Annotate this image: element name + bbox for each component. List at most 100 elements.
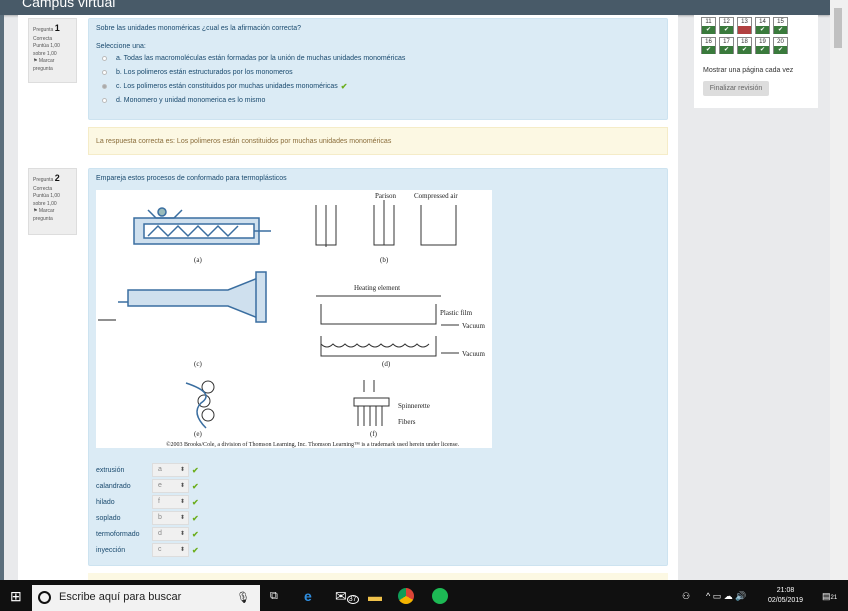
taskbar-search[interactable]: Escribe aquí para buscar 🎙 [32, 585, 260, 611]
match-select[interactable]: f [152, 495, 189, 509]
check-icon: ✔ [192, 529, 199, 539]
next-feedback-partial [88, 573, 668, 580]
nav-question-18[interactable]: 18 ✔ [737, 37, 752, 54]
nav-number: 19 [759, 39, 766, 45]
option-label: c. Los polimeros están constituidos por … [116, 82, 338, 90]
mail-badge: 37 [346, 595, 359, 604]
label-spinnerette: Spinnerette [398, 402, 430, 410]
nav-question-19[interactable]: 19 ✔ [755, 37, 770, 54]
nav-question-12[interactable]: 12 ✔ [719, 17, 734, 34]
chrome-icon[interactable] [398, 588, 414, 604]
label-fibers: Fibers [398, 418, 416, 426]
notification-count: 21 [830, 595, 838, 601]
mail-icon[interactable]: ✉ 37 [335, 588, 359, 608]
clock[interactable]: 21:08 02/05/2019 [768, 586, 803, 606]
match-select[interactable]: d [152, 527, 189, 541]
nav-number: 12 [723, 19, 730, 25]
site-title[interactable]: Campus virtual [22, 0, 115, 10]
option-c[interactable]: c. Los polimeros están constituidos por … [96, 79, 660, 93]
check-icon: ✔ [720, 26, 733, 34]
match-select[interactable]: a [152, 463, 189, 477]
nav-question-11[interactable]: 11 ✔ [701, 17, 716, 34]
label-vacuum-2: Vacuum [462, 350, 485, 358]
question-number: 2 [54, 173, 60, 183]
question-2-info: Pregunta 2 Correcta Puntúa 1,00 sobre 1,… [28, 168, 77, 235]
flag-question-link[interactable]: ⚑ Marcar pregunta [33, 208, 72, 223]
vertical-scrollbar[interactable] [830, 0, 848, 580]
radio-button[interactable] [102, 69, 107, 75]
nav-question-14[interactable]: 14 ✔ [755, 17, 770, 34]
windows-start-icon[interactable]: ⊞ [10, 588, 22, 604]
thermoforming-illustration [316, 295, 459, 357]
match-select[interactable]: c [152, 543, 189, 557]
task-view-icon[interactable]: ⧉ [270, 588, 278, 604]
match-row: inyección c✔ [96, 542, 199, 558]
tray-icons[interactable]: ^ ▭ ☁ 🔊 [706, 588, 746, 604]
microphone-icon[interactable]: 🎙 [236, 591, 250, 604]
check-icon: ✔ [702, 46, 715, 54]
extrusion-illustration [133, 207, 271, 245]
spotify-icon[interactable] [432, 588, 448, 604]
match-row: soplado b✔ [96, 510, 199, 526]
flag-icon: ⚑ [33, 208, 38, 214]
check-icon: ✔ [192, 497, 199, 507]
radio-button[interactable] [102, 55, 107, 61]
time: 21:08 [776, 587, 795, 594]
flag-label: Marcar pregunta [33, 208, 55, 222]
finish-review-button[interactable]: Finalizar revisión [703, 81, 769, 96]
nav-question-20[interactable]: 20 ✔ [773, 37, 788, 54]
check-icon: ✔ [738, 46, 751, 54]
label-compressed-air: Compressed air [414, 192, 458, 200]
correct-answer-feedback: La respuesta correcta es: Los polimeros … [88, 127, 668, 155]
nav-question-15[interactable]: 15 ✔ [773, 17, 788, 34]
check-icon: ✔ [340, 81, 348, 91]
flag-icon: ⚑ [33, 58, 38, 64]
search-placeholder: Escribe aquí para buscar [59, 591, 182, 603]
copyright-note: ©2003 Brooks/Cole, a division of Thomson… [166, 441, 460, 448]
question-text: Sobre las unidades monoméricas ¿cual es … [96, 25, 302, 32]
label-vacuum: Vacuum [462, 322, 485, 330]
match-row: termoformado d✔ [96, 526, 199, 542]
match-row: hilado f✔ [96, 494, 199, 510]
question-number: 1 [54, 23, 60, 33]
question-text: Empareja estos procesos de conformado pa… [96, 175, 287, 182]
flag-question-link[interactable]: ⚑ Marcar pregunta [33, 58, 72, 73]
edge-icon[interactable]: e [304, 588, 312, 604]
check-icon: ✔ [774, 26, 787, 34]
quiz-nav-buttons: 11 ✔ 12 ✔ 13 14 ✔ 15 ✔ 16 ✔ 17 ✔ 18 ✔ 19 ✔ 20 ✔ [701, 17, 788, 57]
question-1-info: Pregunta 1 Correcta Puntúa 1,00 sobre 1,… [28, 18, 77, 83]
check-icon: ✔ [192, 545, 199, 555]
question-label: Pregunta [33, 177, 54, 183]
match-label: extrusión [96, 466, 125, 474]
nav-question-16[interactable]: 16 ✔ [701, 37, 716, 54]
notifications-icon[interactable]: ▤21 [822, 588, 837, 606]
incorrect-marker [738, 26, 751, 34]
nav-number: 18 [741, 39, 748, 45]
check-icon: ✔ [756, 26, 769, 34]
check-icon: ✔ [192, 465, 199, 475]
scrollbar-thumb[interactable] [834, 8, 842, 48]
match-row: calandrado e✔ [96, 478, 199, 494]
label-f: (f) [370, 430, 378, 438]
window-edge [0, 15, 4, 580]
radio-button-selected[interactable] [102, 83, 107, 89]
nav-number: 15 [777, 19, 784, 25]
spinning-illustration [353, 380, 390, 426]
question-1-content: Sobre las unidades monoméricas ¿cual es … [88, 18, 668, 120]
show-one-page-link[interactable]: Mostrar una página cada vez [703, 67, 793, 74]
label-b: (b) [380, 256, 389, 264]
people-icon[interactable]: ⚇ [682, 588, 690, 604]
radio-button[interactable] [102, 97, 107, 103]
flag-label: Marcar pregunta [33, 58, 55, 72]
nav-number: 16 [705, 39, 712, 45]
option-label: d. Monomero y unidad monomerica es lo mi… [116, 96, 266, 104]
option-d[interactable]: d. Monomero y unidad monomerica es lo mi… [96, 93, 660, 107]
option-a[interactable]: a. Todas las macromoléculas están formad… [96, 51, 660, 65]
option-b[interactable]: b. Los polimeros están estructurados por… [96, 65, 660, 79]
match-select[interactable]: b [152, 511, 189, 525]
match-select[interactable]: e [152, 479, 189, 493]
label-parison: Parison [375, 192, 397, 200]
nav-question-13[interactable]: 13 [737, 17, 752, 34]
file-explorer-icon[interactable]: ▬ [368, 588, 382, 604]
nav-question-17[interactable]: 17 ✔ [719, 37, 734, 54]
